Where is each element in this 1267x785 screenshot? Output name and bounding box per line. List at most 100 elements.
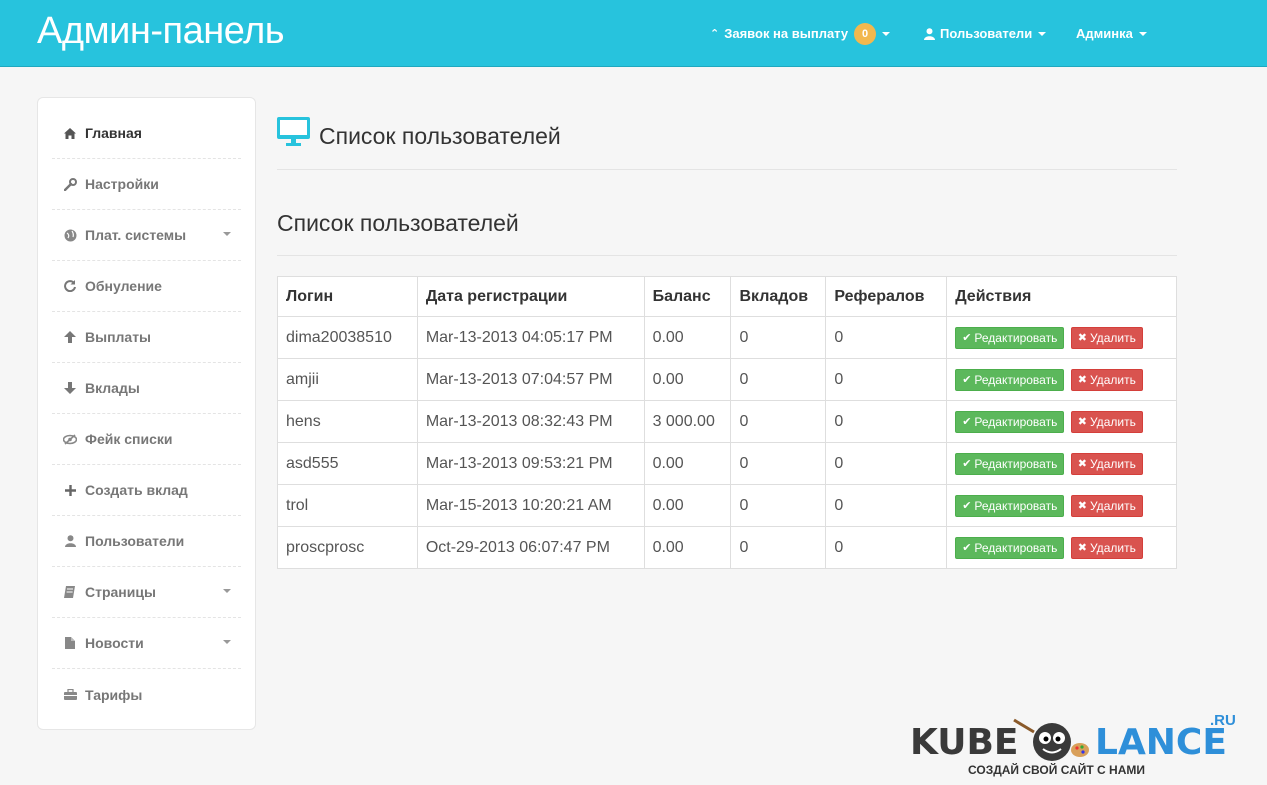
sidebar-item-label: Выплаты: [85, 329, 152, 345]
sidebar-item-news[interactable]: Новости: [52, 618, 241, 669]
check-icon: ✔: [962, 500, 972, 512]
delete-button[interactable]: ✖ Удалить: [1070, 452, 1143, 475]
cell-referrals: 0: [825, 400, 948, 443]
arrow-down-icon: [62, 382, 78, 394]
cell-balance: 0.00: [643, 358, 732, 401]
payouts-count-badge: 0: [854, 22, 877, 45]
edit-button-label: Редактировать: [974, 330, 1058, 345]
sidebar-item-create-deposit[interactable]: Создать вклад: [52, 465, 241, 516]
plus-icon: [62, 484, 78, 496]
user-icon: [62, 535, 78, 547]
chevron-down-icon: [223, 232, 231, 236]
edit-button[interactable]: ✔ Редактировать: [955, 452, 1065, 475]
monitor-icon: [277, 117, 310, 146]
edit-button[interactable]: ✔ Редактировать: [955, 368, 1065, 391]
delete-button[interactable]: ✖ Удалить: [1070, 326, 1143, 349]
sidebar-item-label: Вклады: [85, 380, 140, 396]
close-icon: ✖: [1077, 542, 1087, 554]
chevron-down-icon: [1138, 31, 1147, 36]
file-icon: [62, 637, 78, 649]
sidebar-item-label: Пользователи: [85, 533, 185, 549]
sidebar: Главная Настройки Плат. системы Обнулени…: [37, 97, 256, 730]
close-icon: ✖: [1077, 458, 1087, 470]
arrow-up-icon: [62, 331, 78, 343]
brand-title[interactable]: Админ-панель: [37, 10, 285, 53]
sidebar-item-home[interactable]: Главная: [52, 108, 241, 159]
cell-actions: ✔ Редактировать ✖ Удалить: [946, 484, 1177, 527]
sidebar-item-reset[interactable]: Обнуление: [52, 261, 241, 312]
wrench-icon: [62, 177, 78, 191]
page-header: Список пользователей: [277, 116, 1177, 170]
nav-admin-dropdown[interactable]: Админка: [1076, 0, 1147, 67]
check-icon: ✔: [962, 542, 972, 554]
cell-referrals: 0: [825, 358, 948, 401]
cell-login: dima20038510: [277, 316, 418, 359]
cell-balance: 0.00: [643, 526, 732, 569]
cell-registration-date: Oct-29-2013 06:07:47 PM: [416, 526, 645, 569]
sidebar-item-label: Тарифы: [85, 686, 143, 703]
delete-button[interactable]: ✖ Удалить: [1070, 410, 1143, 433]
nav-users-label: Пользователи: [940, 26, 1033, 41]
kubelance-watermark: KUBE LANCE .RU СОЗДАЙ СВОЙ САЙТ С НАМИ: [910, 708, 1250, 780]
delete-button[interactable]: ✖ Удалить: [1070, 368, 1143, 391]
nav-users-dropdown[interactable]: Пользователи: [924, 0, 1047, 67]
sidebar-item-deposits[interactable]: Вклады: [52, 363, 241, 414]
edit-button-label: Редактировать: [974, 414, 1058, 429]
nav-payouts-dropdown[interactable]: ⌃ Заявок на выплату 0: [710, 0, 891, 67]
edit-button[interactable]: ✔ Редактировать: [955, 536, 1065, 559]
delete-button-label: Удалить: [1090, 540, 1136, 555]
table-row: proscprosc Oct-29-2013 06:07:47 PM 0.00 …: [277, 526, 1177, 569]
chevron-down-icon: [1038, 31, 1047, 36]
cell-registration-date: Mar-13-2013 09:53:21 PM: [416, 442, 645, 485]
edit-button[interactable]: ✔ Редактировать: [955, 494, 1065, 517]
close-icon: ✖: [1077, 416, 1087, 428]
edit-button-label: Редактировать: [974, 372, 1058, 387]
check-icon: ✔: [962, 374, 972, 386]
edit-button-label: Редактировать: [974, 456, 1058, 471]
table-row: trol Mar-15-2013 10:20:21 AM 0.00 0 0 ✔ Р…: [277, 484, 1177, 527]
sidebar-item-pages[interactable]: Страницы: [52, 567, 241, 618]
edit-button[interactable]: ✔ Редактировать: [955, 410, 1065, 433]
edit-button-label: Редактировать: [974, 498, 1058, 513]
chevron-down-icon: [882, 31, 891, 36]
delete-button-label: Удалить: [1090, 414, 1136, 429]
globe-icon: [62, 229, 78, 242]
watermark-tagline: СОЗДАЙ СВОЙ САЙТ С НАМИ: [968, 763, 1145, 777]
delete-button-label: Удалить: [1090, 330, 1136, 345]
delete-button-label: Удалить: [1090, 498, 1136, 513]
cell-deposits: 0: [730, 358, 827, 401]
eye-slash-icon: [62, 433, 78, 445]
check-icon: ✔: [962, 458, 972, 470]
sidebar-item-settings[interactable]: Настройки: [52, 159, 241, 210]
sidebar-item-tariffs[interactable]: Тарифы: [52, 669, 241, 720]
users-table: Логин Дата регистрации Баланс Вкладов Ре…: [277, 276, 1177, 569]
table-row: hens Mar-13-2013 08:32:43 PM 3 000.00 0 …: [277, 400, 1177, 443]
cell-balance: 0.00: [643, 442, 732, 485]
cell-deposits: 0: [730, 400, 827, 443]
nav-payouts-label: Заявок на выплату: [724, 26, 849, 41]
cell-actions: ✔ Редактировать ✖ Удалить: [946, 400, 1177, 443]
delete-button[interactable]: ✖ Удалить: [1070, 536, 1143, 559]
column-header-registration-date: Дата регистрации: [416, 276, 645, 317]
cell-actions: ✔ Редактировать ✖ Удалить: [946, 442, 1177, 485]
section-title: Список пользователей: [277, 210, 519, 236]
sidebar-item-users[interactable]: Пользователи: [52, 516, 241, 567]
watermark-text-left: KUBE: [910, 722, 1019, 763]
sidebar-item-payouts[interactable]: Выплаты: [52, 312, 241, 363]
column-header-login: Логин: [277, 276, 418, 317]
delete-button[interactable]: ✖ Удалить: [1070, 494, 1143, 517]
cell-registration-date: Mar-13-2013 07:04:57 PM: [416, 358, 645, 401]
delete-button-label: Удалить: [1090, 372, 1136, 387]
cell-deposits: 0: [730, 526, 827, 569]
close-icon: ✖: [1077, 332, 1087, 344]
top-navbar: Админ-панель ⌃ Заявок на выплату 0 Польз…: [0, 0, 1267, 67]
sidebar-item-fake-lists[interactable]: Фейк списки: [52, 414, 241, 465]
sidebar-item-label: Главная: [85, 125, 142, 141]
table-row: amjii Mar-13-2013 07:04:57 PM 0.00 0 0 ✔…: [277, 358, 1177, 401]
table-row: dima20038510 Mar-13-2013 04:05:17 PM 0.0…: [277, 316, 1177, 359]
edit-button-label: Редактировать: [974, 540, 1058, 555]
edit-button[interactable]: ✔ Редактировать: [955, 326, 1065, 349]
watermark-domain: .RU: [1210, 712, 1236, 729]
sidebar-item-payment-systems[interactable]: Плат. системы: [52, 210, 241, 261]
sidebar-item-label: Создать вклад: [85, 482, 188, 498]
